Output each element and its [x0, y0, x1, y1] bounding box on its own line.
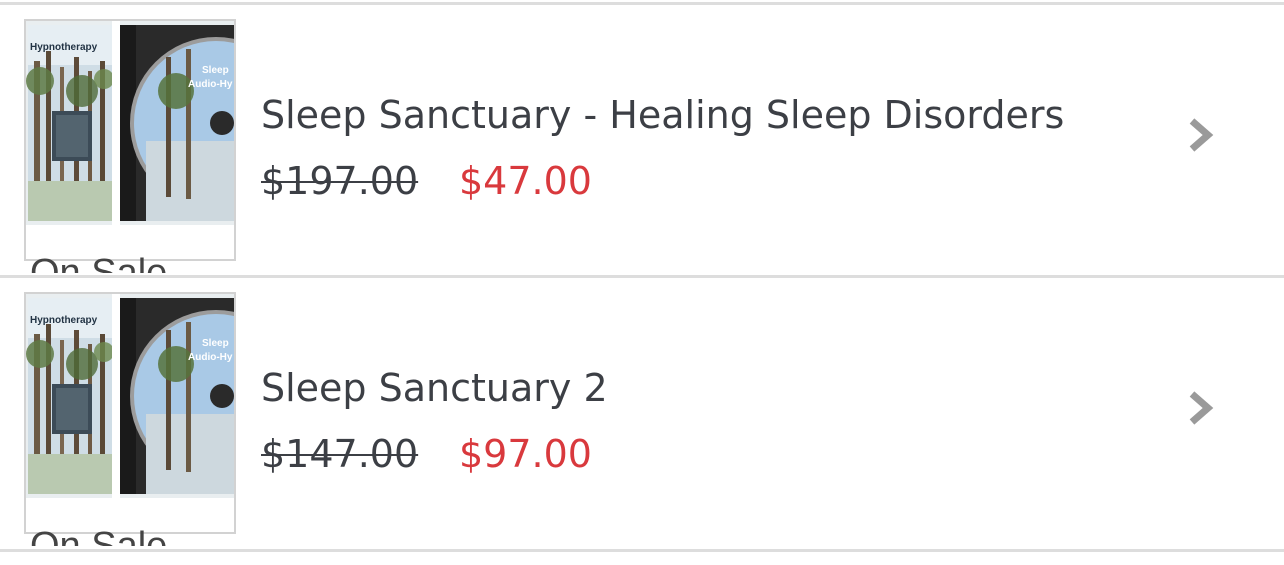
cd-cover-image: Hypnotherapy Sleep Audio-Hy [26, 294, 234, 498]
product-thumbnail: Hypnotherapy Sleep Audio-Hy On Sale [24, 19, 236, 273]
original-price: $147.00 [261, 432, 419, 476]
chevron-right-icon[interactable] [1186, 117, 1216, 153]
cover-text-hypnotherapy: Hypnotherapy [30, 315, 98, 326]
on-sale-badge: On Sale [30, 252, 168, 273]
sale-price: $47.00 [459, 159, 592, 203]
cover-text-audio: Audio-Hy [188, 79, 233, 90]
list-divider [0, 549, 1284, 552]
product-thumbnail: Hypnotherapy Sleep Audio-Hy On Sale [24, 292, 236, 546]
product-title: Sleep Sanctuary 2 [261, 366, 608, 410]
cd-cover-image: Hypnotherapy Sleep Audio-Hy [26, 21, 234, 225]
original-price: $197.00 [261, 159, 419, 203]
chevron-right-icon[interactable] [1186, 390, 1216, 426]
on-sale-badge: On Sale [30, 525, 168, 546]
product-title: Sleep Sanctuary - Healing Sleep Disorder… [261, 93, 1065, 137]
cover-text-audio: Audio-Hy [188, 352, 233, 363]
cover-text-hypnotherapy: Hypnotherapy [30, 42, 98, 53]
sale-price: $97.00 [459, 432, 592, 476]
cover-text-sleep: Sleep [202, 338, 229, 349]
product-row-sleep-sanctuary[interactable]: Hypnotherapy Sleep Audio-Hy On Sale Slee… [0, 5, 1284, 276]
product-list: Hypnotherapy Sleep Audio-Hy On Sale Slee… [0, 0, 1284, 565]
product-row-sleep-sanctuary-2[interactable]: Hypnotherapy Sleep Audio-Hy On Sale Slee… [0, 278, 1284, 549]
cover-text-sleep: Sleep [202, 65, 229, 76]
